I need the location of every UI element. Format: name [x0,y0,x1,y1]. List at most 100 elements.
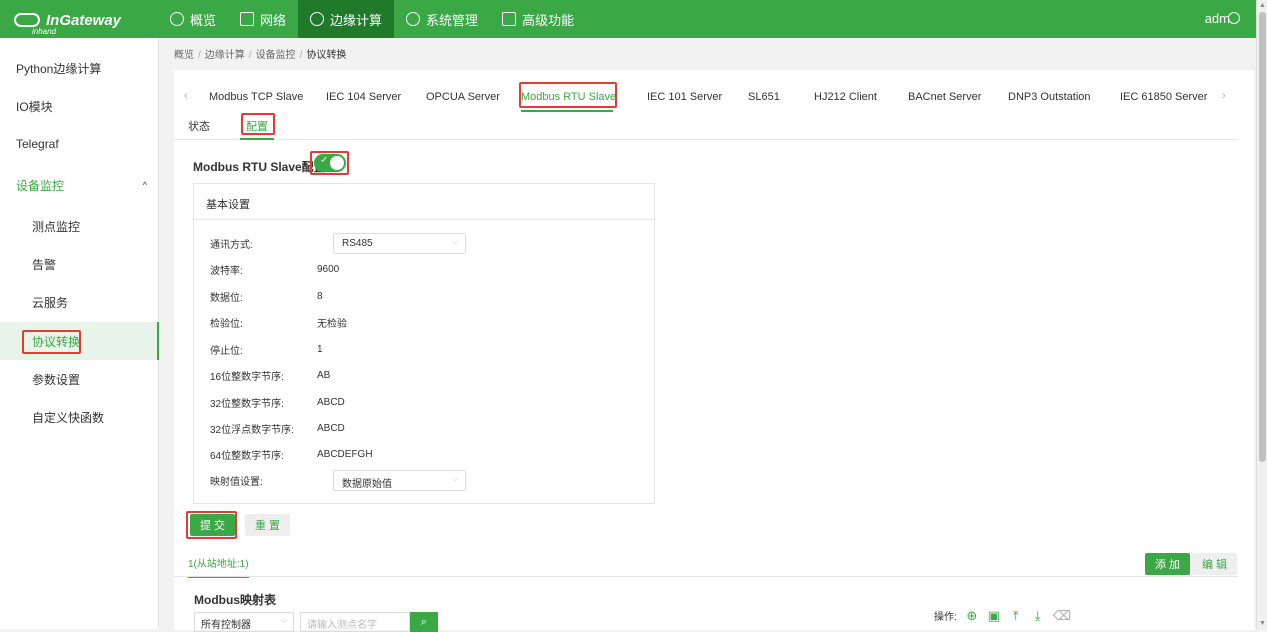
breadcrumb-item[interactable]: 概览 [174,50,194,61]
sidebar-group-device-monitor[interactable]: 设备监控 ^ [0,166,159,204]
field-stopbits: 停止位: 1 [210,339,630,359]
mapping-title: Modbus映射表 [194,593,276,607]
field-parity: 检验位: 无检验 [210,312,630,332]
highlight-box [241,113,275,135]
download-icon[interactable]: ⤓ [1031,608,1045,623]
nav-system-label: 系统管理 [426,12,479,28]
scroll-down-icon[interactable]: ▼ [1259,620,1266,627]
sidebar-item-cloud[interactable]: 云服务 [0,283,159,321]
search-input[interactable]: 请输入测点名字 [300,612,410,632]
tab-opcua[interactable]: OPCUA Server [426,84,500,112]
field-baud: 波特率: 9600 [210,259,630,279]
ops-label: 操作: [934,612,957,623]
config-title: Modbus RTU Slave配置 [193,160,326,174]
field-int32-order: 32位整数字节序: ABCD [210,392,630,412]
sidebar-item-label: IO模块 [16,99,53,114]
sidebar: Python边缘计算 IO模块 Telegraf 设备监控 ^ 测点监控 告警 云… [0,38,159,629]
tab-iec101[interactable]: IEC 101 Server [647,84,722,112]
sidebar-item-params[interactable]: 参数设置 [0,360,159,398]
field-label: 停止位: [210,345,243,357]
tab-bacnet[interactable]: BACnet Server [908,84,981,112]
nav-overview[interactable]: 概览 [158,0,228,38]
tab-modbus-tcp[interactable]: Modbus TCP Slave [209,84,303,112]
search-button[interactable]: ⌕ [410,612,438,632]
field-value: 无检验 [317,318,347,330]
field-label: 16位整数字节序: [210,371,284,383]
field-float32-order: 32位浮点数字节序: ABCD [210,418,630,438]
field-value: ABCDEFGH [317,448,373,460]
grid-icon [502,12,517,26]
tab-iec61850[interactable]: IEC 61850 Server [1120,84,1207,112]
sidebar-item-alarm[interactable]: 告警 [0,245,159,283]
scrollbar[interactable]: ▲ ▼ [1256,0,1267,629]
edit-button[interactable]: 编 辑 [1192,553,1238,575]
sidebar-item-label: 参数设置 [32,372,81,387]
breadcrumb-item[interactable]: 设备监控 [256,50,296,61]
tab-hj212[interactable]: HJ212 Client [814,84,877,112]
tab-sl651[interactable]: SL651 [748,84,780,112]
nav-edge-computing[interactable]: 边缘计算 [298,0,395,38]
field-label: 64位整数字节序: [210,450,284,462]
highlight-box [22,330,81,354]
sidebar-item-io[interactable]: IO模块 [0,87,159,125]
comm-mode-select[interactable]: RS485 ⌵ [333,233,466,254]
main-card: ‹ Modbus TCP Slave IEC 104 Server OPCUA … [174,70,1254,632]
sidebar-item-label: Telegraf [16,137,59,151]
globe-icon[interactable] [1228,12,1240,24]
operations-bar: 操作: ⊕ ▣ ⤒ ⤓ ⌫ [934,608,1071,623]
sidebar-item-points[interactable]: 测点监控 [0,207,159,245]
reset-button[interactable]: 重 置 [245,514,291,536]
upload-icon[interactable]: ⤒ [1009,608,1023,623]
breadcrumb-item[interactable]: 边缘计算 [205,50,245,61]
subtab-status[interactable]: 状态 [188,118,210,140]
field-databits: 数据位: 8 [210,286,630,306]
select-value: 所有控制器 [201,620,251,631]
user-menu[interactable]: adm [1205,11,1230,26]
breadcrumb-item: 协议转换 [306,50,347,61]
panel-title: 基本设置 [194,184,654,220]
chevron-down-icon: ⌵ [280,616,287,625]
sidebar-item-python[interactable]: Python边缘计算 [0,49,159,87]
field-value: AB [317,369,331,381]
mapping-value-select[interactable]: 数据原始值 ⌵ [333,470,466,491]
nav-advanced[interactable]: 高级功能 [490,0,586,38]
logo[interactable]: InGateway inhand [14,9,122,36]
field-int64-order: 64位整数字节序: ABCDEFGH [210,444,630,464]
tab-dnp3[interactable]: DNP3 Outstation [1008,84,1091,112]
folder-add-icon[interactable]: ▣ [987,608,1001,623]
sidebar-item-label: 设备监控 [16,178,65,193]
delete-icon[interactable]: ⌫ [1053,608,1071,623]
chevron-down-icon: ⌵ [451,474,458,483]
top-bar: InGateway inhand 概览 网络 边缘计算 系统管理 高级功能 ad… [0,0,1256,38]
sidebar-item-telegraf[interactable]: Telegraf [0,125,159,163]
tab-slave-1[interactable]: 1(从站地址:1) [188,555,249,578]
select-value: 数据原始值 [342,479,392,490]
chevron-left-icon[interactable]: ‹ [184,90,188,102]
field-int16-order: 16位整数字节序: AB [210,365,630,385]
scroll-up-icon[interactable]: ▲ [1259,2,1266,9]
chevron-down-icon: ⌵ [451,237,458,246]
protocol-tabs: ‹ Modbus TCP Slave IEC 104 Server OPCUA … [174,84,1238,112]
sidebar-item-label: 自定义快函数 [32,410,105,425]
chevron-right-icon[interactable]: › [1222,90,1226,102]
nav-network-label: 网络 [260,12,287,28]
field-value: 9600 [317,263,340,275]
nav-network[interactable]: 网络 [228,0,298,38]
field-label: 映射值设置: [210,476,263,488]
field-mapping-value: 映射值设置: 数据原始值 ⌵ [210,470,630,491]
highlight-box [310,151,349,175]
scroll-thumb[interactable] [1259,12,1266,462]
controller-select[interactable]: 所有控制器 ⌵ [194,612,294,632]
sidebar-item-label: 告警 [32,257,57,272]
field-value: 1 [317,343,323,355]
add-button[interactable]: 添 加 [1145,553,1191,575]
tab-iec104[interactable]: IEC 104 Server [326,84,401,112]
nav-system[interactable]: 系统管理 [394,0,490,38]
field-value: 8 [317,290,323,302]
sidebar-item-label: Python边缘计算 [16,61,102,76]
logo-text: InGateway [46,11,122,29]
add-circle-icon[interactable]: ⊕ [965,608,979,623]
logo-mark-icon [14,13,40,27]
field-label: 检验位: [210,318,243,330]
sidebar-item-custom-func[interactable]: 自定义快函数 [0,398,159,436]
